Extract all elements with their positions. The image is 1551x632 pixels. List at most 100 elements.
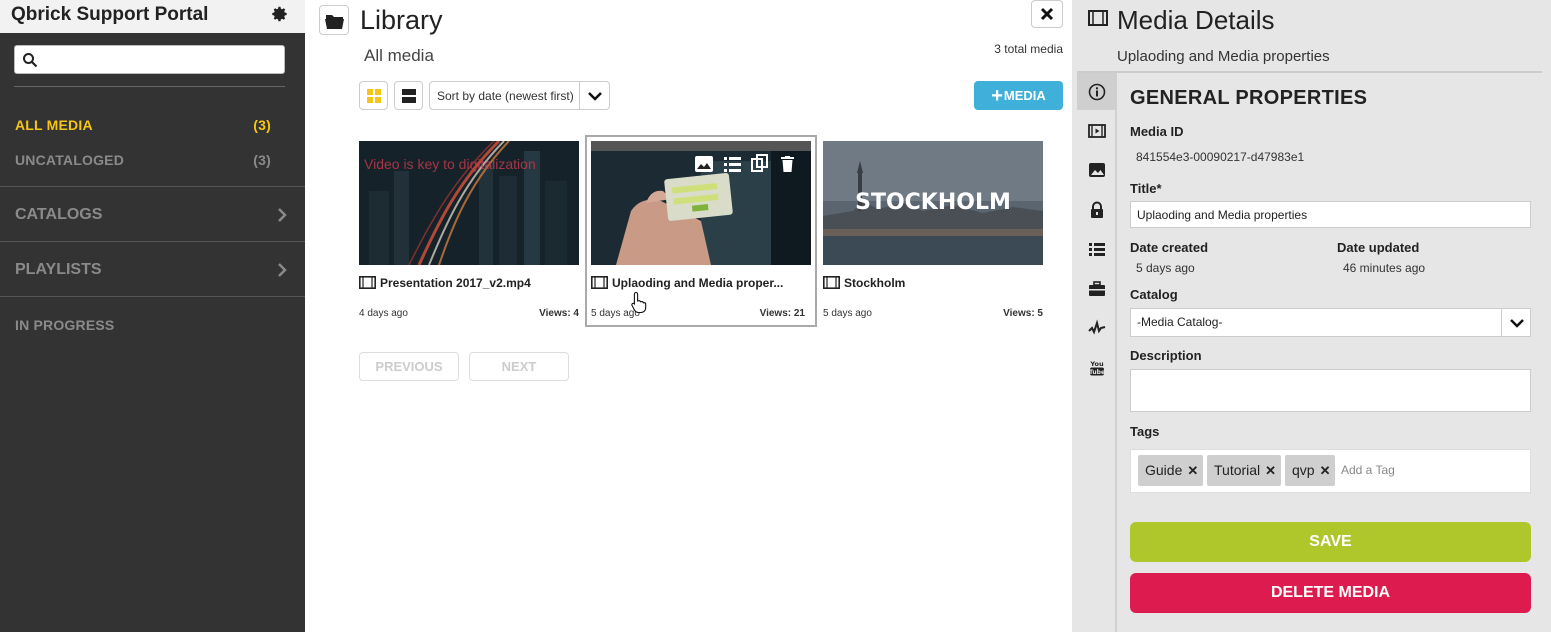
media-id-label: Media ID [1130,124,1184,139]
sidebar-item-in-progress[interactable]: IN PROGRESS [15,317,271,333]
media-name[interactable]: Presentation 2017_v2.mp4 [359,276,579,290]
media-views: Views: 5 [1003,308,1043,319]
description-input[interactable] [1130,369,1531,412]
film-icon [359,276,376,289]
add-tag-input[interactable]: Add a Tag [1341,463,1395,477]
tab-access[interactable] [1077,191,1117,228]
date-created-value: 5 days ago [1136,261,1195,275]
tag-label: Tutorial [1214,462,1261,478]
sidebar-item-count: (3) [253,152,271,168]
sort-select[interactable]: Sort by date (newest first) [429,81,610,110]
gear-icon[interactable] [271,5,289,23]
title-input[interactable]: Uplaoding and Media properties [1130,201,1531,228]
tag-chip: Guide ✕ [1138,455,1204,486]
tab-thumbnail[interactable] [1077,151,1117,188]
sort-label: Sort by date (newest first) [437,89,574,103]
library-subtitle: All media [364,46,434,65]
folder-icon [325,15,344,29]
section-title: GENERAL PROPERTIES [1130,87,1368,109]
video-frame-icon [1088,124,1106,138]
media-name[interactable]: Uplaoding and Media proper... [591,276,811,290]
divider [1077,71,1542,73]
trash-icon[interactable] [781,156,794,172]
divider [0,296,305,297]
thumbnail-overlay-text: Video is key to digitalization [364,156,536,172]
remove-tag-icon[interactable]: ✕ [1265,463,1276,478]
details-title: Media Details [1117,5,1275,35]
sidebar-section-playlists[interactable]: PLAYLISTS [15,261,291,279]
delete-media-button[interactable]: DELETE MEDIA [1130,573,1531,613]
tab-youtube[interactable]: You Tube [1077,349,1117,386]
add-media-button[interactable]: +MEDIA [974,81,1063,110]
grid-view-button[interactable] [359,81,388,110]
remove-tag-icon[interactable]: ✕ [1187,463,1198,478]
divider [14,86,285,87]
close-icon [1040,7,1054,21]
media-name-label: Presentation 2017_v2.mp4 [380,276,531,290]
media-thumbnail[interactable] [591,141,811,265]
save-button[interactable]: SAVE [1130,522,1531,562]
media-name-label: Uplaoding and Media proper... [612,276,784,290]
list-icon [402,89,416,103]
description-label: Description [1130,348,1202,363]
title-label: Title* [1130,181,1162,196]
catalog-dropdown-toggle[interactable] [1501,309,1530,336]
library-panel: Library All media 3 total media Sort by … [305,0,1072,632]
media-date: 5 days ago [823,308,872,319]
chevron-down-icon [588,92,602,101]
next-button[interactable]: NEXT [469,352,569,381]
total-count: 3 total media [994,42,1063,56]
remove-tag-icon[interactable]: ✕ [1320,463,1331,478]
portal-title: Qbrick Support Portal [11,4,209,25]
media-thumbnail[interactable]: Video is key to digitalization [359,141,579,265]
add-media-label: MEDIA [1003,88,1046,103]
sidebar-item-label: UNCATALOGED [15,152,125,168]
sidebar-header: Qbrick Support Portal [0,0,305,33]
date-updated-value: 46 minutes ago [1343,261,1426,275]
details-tabs: You Tube [1077,73,1117,632]
list-view-button[interactable] [394,81,423,110]
search-input[interactable] [43,46,281,73]
copy-icon[interactable] [751,154,769,173]
previous-button[interactable]: PREVIOUS [359,352,459,381]
activity-icon [1088,319,1106,335]
image-icon[interactable] [695,156,713,172]
list-icon[interactable] [724,156,741,172]
catalog-select[interactable]: -Media Catalog- [1130,308,1531,337]
film-icon [1088,10,1108,26]
sidebar-section-catalogs[interactable]: CATALOGS [15,206,291,224]
tags-label: Tags [1130,424,1160,439]
chevron-right-icon [278,263,287,277]
sidebar-item-count: (3) [253,117,271,133]
tab-metadata[interactable] [1077,230,1117,267]
thumbnail-stockholm: STOCKHOLM [823,141,1043,265]
tags-field[interactable]: Guide ✕ Tutorial ✕ qvp ✕ Add a Tag [1130,449,1531,493]
close-button[interactable] [1031,0,1063,28]
sidebar-item-all-media[interactable]: ALL MEDIA (3) [15,117,271,133]
tab-general-info[interactable] [1077,73,1117,110]
media-details-panel: Media Details Uplaoding and Media proper… [1072,0,1551,632]
lock-icon [1091,201,1103,218]
details-subtitle: Uplaoding and Media properties [1117,48,1330,65]
tab-video[interactable] [1077,112,1117,149]
sidebar-section-label: CATALOGS [15,206,103,223]
media-name[interactable]: Stockholm [823,276,1043,290]
media-card[interactable]: Video is key to digitalization Presentat… [359,141,579,319]
info-icon [1088,83,1106,101]
tab-analytics[interactable] [1077,309,1117,346]
thumbnail-city-night: Video is key to digitalization [359,141,579,265]
film-icon [823,276,840,289]
page-title: Library [360,5,443,35]
tab-distribution[interactable] [1077,270,1117,307]
media-card[interactable]: STOCKHOLM Stockholm 5 days ago Views: 5 [823,141,1043,319]
chevron-right-icon [278,208,287,222]
sort-dropdown-toggle[interactable] [579,82,609,109]
date-updated-label: Date updated [1337,240,1420,255]
search-icon [23,53,38,68]
sidebar-item-uncataloged[interactable]: UNCATALOGED (3) [15,152,271,168]
hand-cursor-icon [631,291,647,313]
media-card[interactable]: Uplaoding and Media proper... 5 days ago… [591,141,811,319]
media-name-label: Stockholm [844,276,906,290]
media-thumbnail[interactable]: STOCKHOLM [823,141,1043,265]
svg-text:Tube: Tube [1089,369,1105,376]
